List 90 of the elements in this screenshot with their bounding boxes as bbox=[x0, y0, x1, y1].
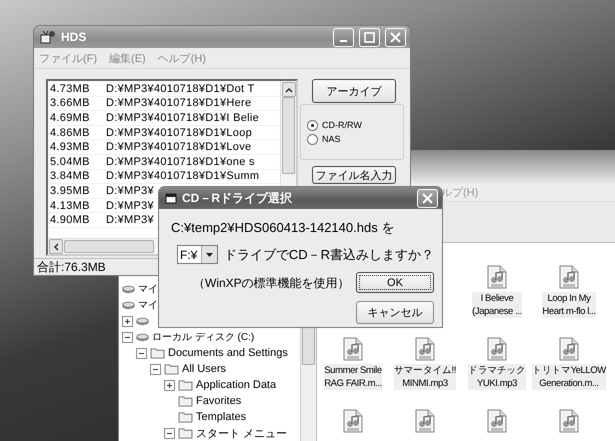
path-cell: D:¥MP3¥ bbox=[106, 214, 154, 226]
music-file-icon bbox=[486, 337, 508, 361]
note-text: （WinXPの標準機能を使用） bbox=[193, 275, 350, 292]
folder-icon bbox=[178, 395, 193, 407]
size-cell-text: 4.13MB bbox=[49, 200, 91, 212]
drive-icon bbox=[136, 332, 149, 342]
file-name[interactable]: トリトマYeLLOW Generation.m... bbox=[532, 364, 606, 390]
file-name[interactable]: ドラマチック YUKI.mp3 bbox=[468, 364, 526, 390]
cancel-button[interactable]: キャンセル bbox=[356, 301, 434, 324]
size-cell-text: 4.86MB bbox=[49, 126, 91, 139]
music-file-icon bbox=[342, 337, 364, 361]
tree-item[interactable]: ローカル ディスク (C:) bbox=[152, 330, 254, 344]
minus-icon bbox=[125, 336, 130, 338]
close-icon bbox=[390, 32, 401, 42]
radio-option[interactable]: NAS bbox=[307, 134, 403, 144]
window-title: HDS bbox=[61, 30, 88, 44]
music-file-icon bbox=[486, 265, 508, 289]
size-cell-text: 3.95MB bbox=[49, 184, 91, 197]
size-cell-text: 3.84MB bbox=[49, 170, 91, 182]
question-text: ドライブでCD－R書込みしますか？ bbox=[224, 246, 434, 264]
minimize-button[interactable] bbox=[333, 28, 354, 46]
drive-icon bbox=[122, 300, 135, 310]
expand-toggle[interactable] bbox=[122, 316, 133, 326]
path-cell: D:¥MP3¥4010718¥D1¥one s bbox=[106, 156, 255, 168]
drive-dropdown[interactable]: F:¥ bbox=[177, 245, 218, 264]
ok-button[interactable]: OK bbox=[356, 272, 434, 293]
folder-icon bbox=[178, 379, 193, 391]
drive-icon bbox=[136, 316, 149, 326]
tree-item[interactable]: マイ bbox=[138, 298, 158, 312]
music-file-icon bbox=[558, 337, 580, 361]
close-button[interactable] bbox=[385, 28, 406, 46]
radio-option[interactable]: CD-R/RW bbox=[307, 120, 403, 130]
path-cell: D:¥MP3¥ bbox=[106, 200, 154, 212]
path-cell: D:¥MP3¥4010718¥D1¥Loop bbox=[106, 126, 252, 139]
path-cell: D:¥MP3¥4010718¥D1¥Here bbox=[106, 97, 252, 110]
music-file-icon bbox=[558, 265, 580, 289]
expand-toggle[interactable] bbox=[136, 348, 147, 358]
path-cell: D:¥MP3¥4010718¥D1¥Dot T bbox=[106, 82, 255, 95]
dialog-title: CD－Rドライブ選択 bbox=[182, 190, 293, 206]
size-cell-text: 4.90MB bbox=[49, 214, 91, 226]
tree-item[interactable]: Application Data bbox=[196, 379, 276, 391]
tree-item[interactable]: Documents and Settings bbox=[168, 347, 288, 359]
tree-item[interactable]: Templates bbox=[196, 411, 246, 423]
music-file-icon bbox=[558, 409, 580, 433]
folder-icon bbox=[150, 347, 165, 359]
folder-icon bbox=[164, 363, 179, 375]
tree-item[interactable]: スタート メニュー bbox=[196, 426, 288, 440]
filename-input-button[interactable]: ファイル名入力 bbox=[312, 166, 396, 184]
file-name[interactable]: Summer Smile RAG FAIR.m... bbox=[324, 364, 382, 390]
window-icon bbox=[165, 192, 177, 204]
music-file-icon bbox=[414, 409, 436, 433]
file-name[interactable]: I Believe (Japanese ... bbox=[472, 292, 522, 318]
minimize-icon bbox=[340, 40, 347, 42]
expand-toggle[interactable] bbox=[164, 380, 175, 390]
app-icon bbox=[40, 30, 56, 44]
size-cell-text: 4.73MB bbox=[49, 82, 91, 95]
tree-item[interactable]: All Users bbox=[182, 363, 226, 375]
minus-icon bbox=[153, 368, 158, 370]
expand-toggle[interactable] bbox=[150, 364, 161, 374]
close-icon bbox=[422, 192, 433, 204]
close-button[interactable] bbox=[417, 188, 438, 208]
music-file-icon bbox=[414, 337, 436, 361]
size-cell-text: 3.66MB bbox=[49, 97, 91, 110]
file-name[interactable]: Loop In My Heart m-flo l... bbox=[542, 292, 596, 318]
maximize-icon bbox=[364, 32, 375, 42]
expand-toggle[interactable] bbox=[122, 332, 133, 342]
path-cell: D:¥MP3¥4010718¥D1¥I Belie bbox=[106, 112, 260, 124]
music-file-icon bbox=[486, 409, 508, 433]
path-cell: D:¥MP3¥4010718¥D1¥Summ bbox=[106, 170, 260, 182]
music-file-icon bbox=[342, 409, 364, 433]
file-path-text: C:¥temp2¥HDS060413-142140.hds を bbox=[171, 219, 396, 237]
size-cell-text: 4.93MB bbox=[49, 141, 91, 154]
archive-button[interactable]: アーカイブ bbox=[312, 79, 396, 103]
minus-icon bbox=[139, 352, 144, 354]
size-cell-text: 4.69MB bbox=[49, 112, 91, 124]
total-size: 合計:76.3MB bbox=[37, 258, 106, 275]
expand-toggle[interactable] bbox=[164, 428, 175, 438]
folder-icon bbox=[178, 427, 193, 439]
tree-item[interactable]: Favorites bbox=[196, 395, 242, 407]
plus-icon bbox=[125, 318, 130, 324]
drive-icon bbox=[122, 284, 135, 294]
minus-icon bbox=[167, 432, 172, 434]
folder-icon bbox=[178, 411, 193, 423]
tree-item[interactable]: マイ bbox=[138, 282, 158, 296]
file-name[interactable]: サマータイム!! MINMI.mp3 bbox=[394, 364, 456, 390]
path-cell: D:¥MP3¥4010718¥D1¥Love bbox=[106, 141, 252, 154]
size-cell-text: 5.04MB bbox=[49, 156, 91, 168]
plus-icon bbox=[167, 382, 172, 388]
path-cell: D:¥MP3¥ bbox=[106, 184, 154, 197]
maximize-button[interactable] bbox=[359, 28, 380, 46]
